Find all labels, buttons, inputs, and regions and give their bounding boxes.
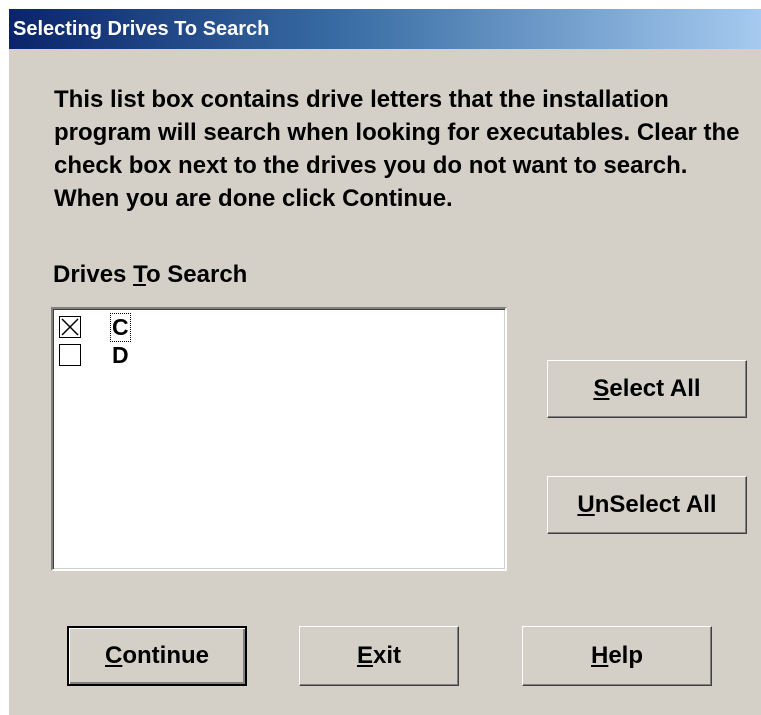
label-mnemonic: T <box>133 261 146 288</box>
drive-item-d[interactable]: D <box>59 342 359 369</box>
help-button[interactable]: Help <box>522 626 712 686</box>
continue-button[interactable]: Continue <box>67 626 247 686</box>
select-all-button[interactable]: Select All <box>547 360 747 418</box>
drive-c-label: C <box>110 313 131 342</box>
dialog-window: Selecting Drives To Search This list box… <box>8 8 761 715</box>
drives-listbox[interactable]: C D <box>51 307 507 571</box>
unselect-all-button[interactable]: UnSelect All <box>547 476 747 534</box>
drives-list-label: Drives To Search <box>53 261 248 288</box>
check-mark-icon <box>61 318 79 336</box>
drive-d-checkbox[interactable] <box>59 344 81 366</box>
exit-button[interactable]: Exit <box>299 626 459 686</box>
title-bar[interactable]: Selecting Drives To Search <box>9 9 761 49</box>
drive-c-checkbox[interactable] <box>59 316 81 338</box>
drive-d-label: D <box>112 342 129 368</box>
window-title: Selecting Drives To Search <box>13 18 270 40</box>
instructions-text: This list box contains drive letters tha… <box>54 86 740 212</box>
drive-item-c[interactable]: C <box>59 313 359 342</box>
